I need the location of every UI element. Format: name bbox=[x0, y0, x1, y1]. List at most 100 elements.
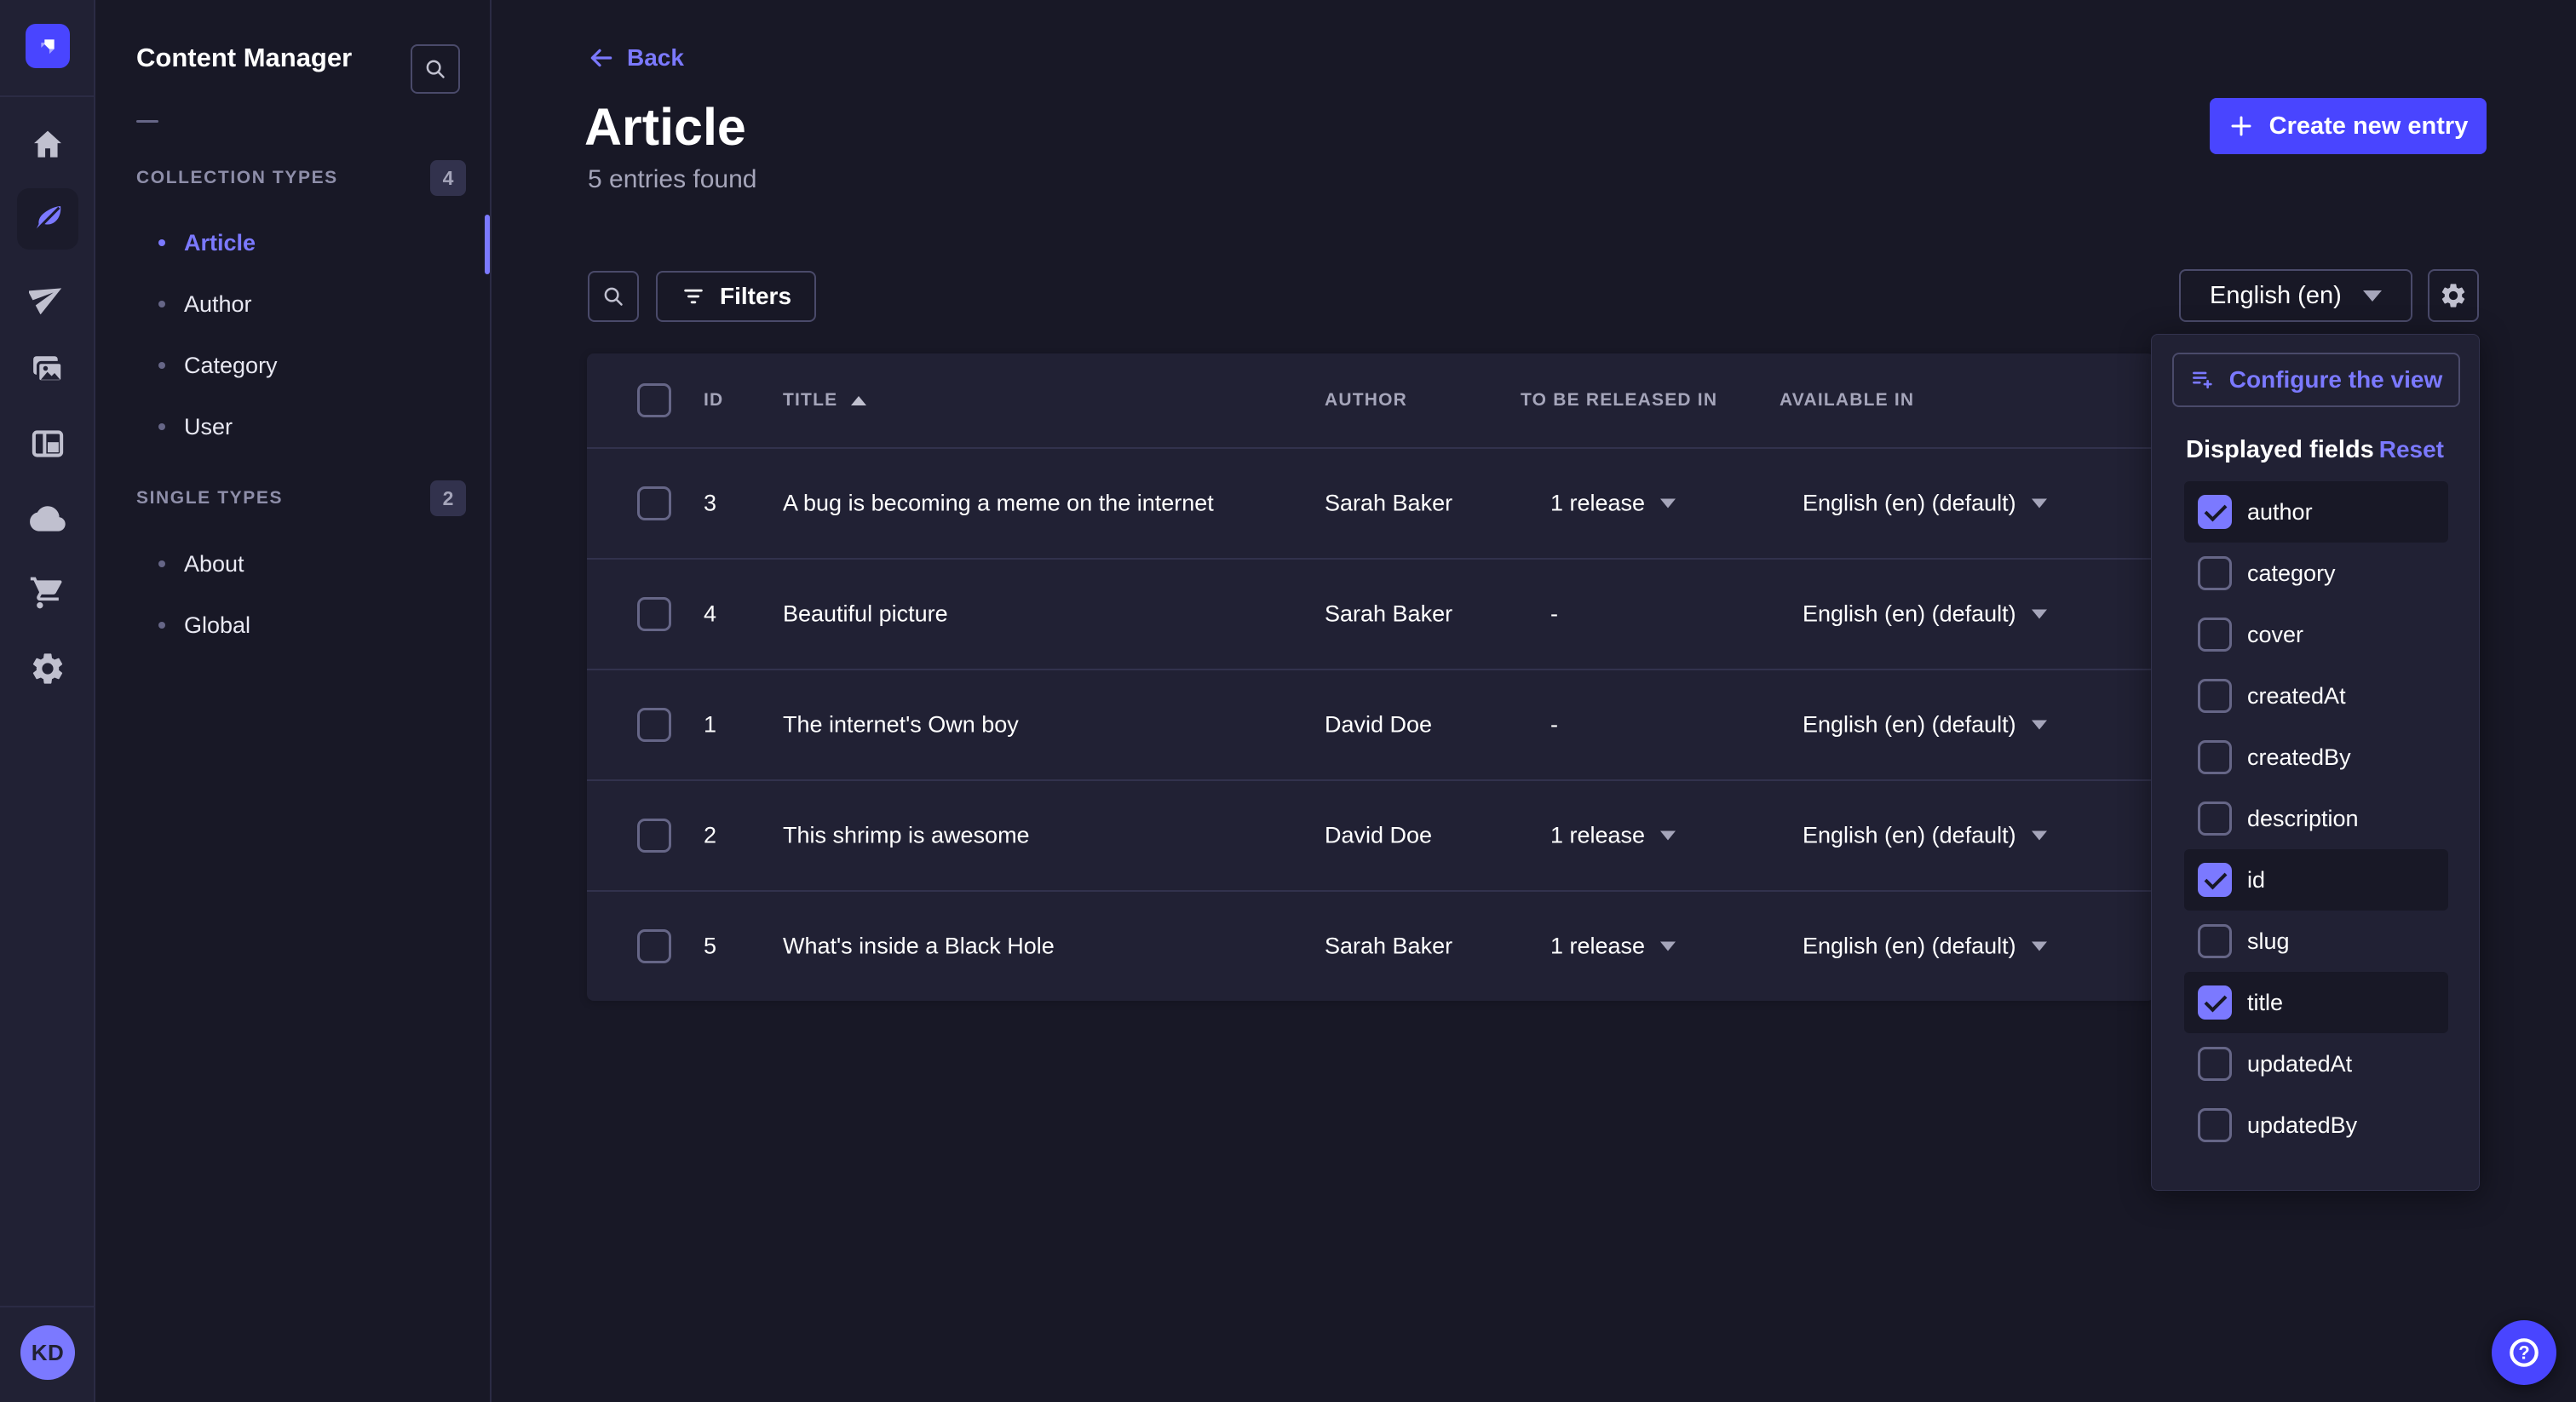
media-library-icon[interactable] bbox=[17, 339, 78, 400]
deploy-cloud-icon[interactable] bbox=[17, 487, 78, 549]
column-header-title[interactable]: TITLE bbox=[783, 390, 866, 411]
user-avatar[interactable]: KD bbox=[20, 1325, 75, 1380]
displayed-fields-title: Displayed fields bbox=[2186, 436, 2374, 464]
back-link[interactable]: Back bbox=[588, 43, 684, 73]
create-new-entry-button[interactable]: Create new entry bbox=[2210, 98, 2487, 154]
table-row[interactable]: 4 Beautiful picture Sarah Baker - Englis… bbox=[587, 558, 2154, 669]
sidebar-item[interactable]: Article bbox=[95, 212, 492, 273]
strapi-logo-icon[interactable] bbox=[26, 24, 70, 68]
table-row[interactable]: 2 This shrimp is awesome David Doe 1 rel… bbox=[587, 779, 2154, 890]
chevron-down-icon bbox=[2363, 290, 2382, 302]
field-toggle-row[interactable]: id bbox=[2184, 849, 2448, 911]
field-checkbox[interactable] bbox=[2198, 679, 2232, 713]
active-item-indicator bbox=[485, 215, 490, 274]
view-settings-button[interactable] bbox=[2428, 269, 2479, 322]
field-checkbox[interactable] bbox=[2198, 740, 2232, 774]
field-checkbox[interactable] bbox=[2198, 556, 2232, 590]
cell-available[interactable]: English (en) (default) bbox=[1803, 601, 2047, 628]
field-toggle-row[interactable]: description bbox=[2184, 788, 2448, 849]
row-checkbox[interactable] bbox=[637, 708, 671, 742]
sidebar-item[interactable]: Global bbox=[95, 595, 492, 656]
cell-author: David Doe bbox=[1325, 712, 1432, 738]
field-toggle-row[interactable]: cover bbox=[2184, 604, 2448, 665]
cell-released[interactable]: - bbox=[1550, 712, 1558, 738]
cell-released[interactable]: 1 release bbox=[1550, 491, 1676, 517]
help-button[interactable]: ? bbox=[2492, 1320, 2556, 1385]
content-manager-subnav: Content Manager COLLECTION TYPES 4 Artic… bbox=[95, 0, 492, 1402]
content-type-builder-icon[interactable] bbox=[17, 413, 78, 474]
sidebar-item[interactable]: Category bbox=[95, 335, 492, 396]
cell-available[interactable]: English (en) (default) bbox=[1803, 934, 2047, 960]
cell-available[interactable]: English (en) (default) bbox=[1803, 712, 2047, 738]
field-checkbox[interactable] bbox=[2198, 618, 2232, 652]
field-label: title bbox=[2247, 990, 2283, 1016]
row-checkbox[interactable] bbox=[637, 819, 671, 853]
column-header-available[interactable]: AVAILABLE IN bbox=[1780, 390, 1914, 411]
table-search-button[interactable] bbox=[588, 271, 639, 322]
sidebar-item[interactable]: About bbox=[95, 533, 492, 595]
field-toggle-row[interactable]: createdAt bbox=[2184, 665, 2448, 727]
chevron-down-icon bbox=[2032, 721, 2047, 730]
chevron-down-icon bbox=[2032, 831, 2047, 841]
field-checkbox[interactable] bbox=[2198, 863, 2232, 897]
cell-released[interactable]: 1 release bbox=[1550, 823, 1676, 849]
sidebar-item-label: About bbox=[184, 551, 244, 577]
cell-author: Sarah Baker bbox=[1325, 491, 1452, 517]
marketplace-cart-icon[interactable] bbox=[17, 562, 78, 623]
bullet-icon bbox=[158, 423, 165, 430]
reset-button[interactable]: Reset bbox=[2379, 436, 2444, 463]
column-header-author[interactable]: AUTHOR bbox=[1325, 390, 1407, 411]
row-checkbox[interactable] bbox=[637, 929, 671, 963]
cell-id: 4 bbox=[704, 601, 716, 628]
field-checkbox[interactable] bbox=[2198, 1047, 2232, 1081]
settings-gear-icon[interactable] bbox=[17, 638, 78, 699]
field-checkbox[interactable] bbox=[2198, 1108, 2232, 1142]
bullet-icon bbox=[158, 560, 165, 567]
sidebar-item[interactable]: User bbox=[95, 396, 492, 457]
table-row[interactable]: 1 The internet's Own boy David Doe - Eng… bbox=[587, 669, 2154, 779]
sidebar-item[interactable]: Author bbox=[95, 273, 492, 335]
field-toggle-row[interactable]: updatedBy bbox=[2184, 1095, 2448, 1156]
row-checkbox[interactable] bbox=[637, 597, 671, 631]
chevron-down-icon bbox=[2032, 499, 2047, 509]
configure-the-view-button[interactable]: Configure the view bbox=[2172, 353, 2460, 407]
single-types-list: About Global bbox=[95, 533, 492, 656]
releases-paper-plane-icon[interactable] bbox=[17, 265, 78, 326]
table-row[interactable]: 5 What's inside a Black Hole Sarah Baker… bbox=[587, 890, 2154, 1001]
search-icon bbox=[423, 56, 448, 82]
home-icon[interactable] bbox=[17, 114, 78, 175]
cell-released[interactable]: 1 release bbox=[1550, 934, 1676, 960]
entries-count: 5 entries found bbox=[588, 165, 756, 194]
cell-id: 1 bbox=[704, 712, 716, 738]
row-checkbox[interactable] bbox=[637, 486, 671, 520]
field-label: category bbox=[2247, 560, 2336, 587]
field-checkbox[interactable] bbox=[2198, 495, 2232, 529]
field-checkbox[interactable] bbox=[2198, 985, 2232, 1020]
column-header-released[interactable]: TO BE RELEASED IN bbox=[1521, 390, 1717, 411]
content-manager-feather-icon[interactable] bbox=[17, 188, 78, 250]
field-checkbox[interactable] bbox=[2198, 802, 2232, 836]
cell-available[interactable]: English (en) (default) bbox=[1803, 491, 2047, 517]
sidebar-item-label: Article bbox=[184, 230, 256, 256]
field-toggle-row[interactable]: category bbox=[2184, 543, 2448, 604]
arrow-left-icon bbox=[588, 44, 615, 72]
table-row[interactable]: 3 A bug is becoming a meme on the intern… bbox=[587, 447, 2154, 558]
section-label: SINGLE TYPES bbox=[136, 488, 283, 509]
field-toggle-row[interactable]: author bbox=[2184, 481, 2448, 543]
cell-released[interactable]: - bbox=[1550, 601, 1558, 628]
field-label: createdAt bbox=[2247, 683, 2346, 710]
select-all-checkbox[interactable] bbox=[637, 383, 671, 417]
chevron-down-icon bbox=[1660, 499, 1676, 509]
field-toggle-row[interactable]: updatedAt bbox=[2184, 1033, 2448, 1095]
field-toggle-row[interactable]: title bbox=[2184, 972, 2448, 1033]
column-header-id[interactable]: ID bbox=[704, 390, 723, 411]
subnav-search-button[interactable] bbox=[411, 44, 460, 94]
filters-button[interactable]: Filters bbox=[656, 271, 816, 322]
field-checkbox[interactable] bbox=[2198, 924, 2232, 958]
collection-types-header: COLLECTION TYPES 4 bbox=[136, 158, 466, 198]
cell-available[interactable]: English (en) (default) bbox=[1803, 823, 2047, 849]
field-toggle-row[interactable]: slug bbox=[2184, 911, 2448, 972]
field-toggle-row[interactable]: createdBy bbox=[2184, 727, 2448, 788]
locale-select[interactable]: English (en) bbox=[2179, 269, 2412, 322]
page-title: Article bbox=[584, 97, 746, 157]
